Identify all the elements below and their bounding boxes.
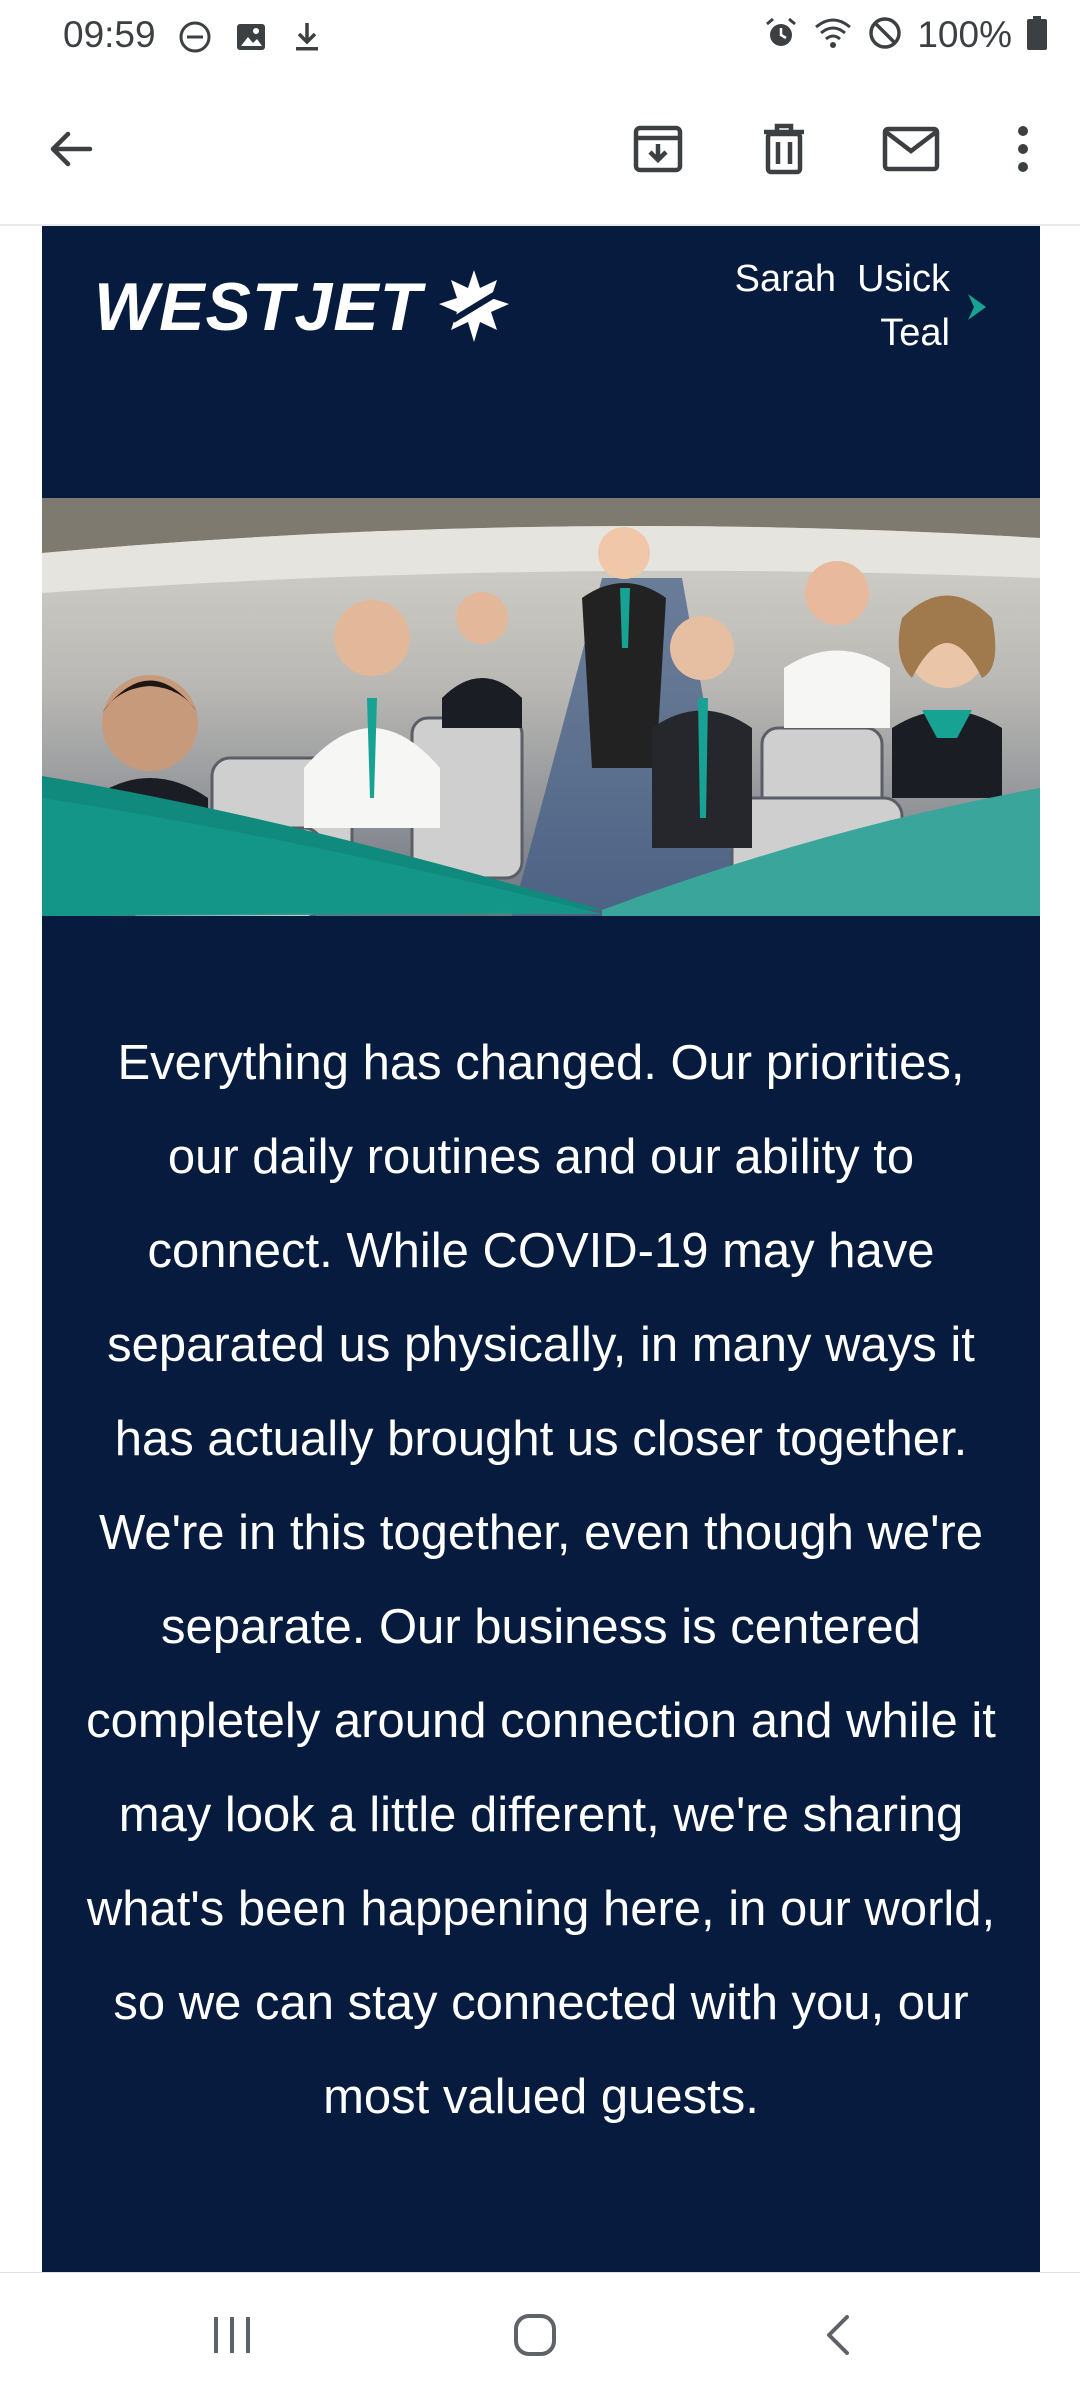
email-message-text: Everything has changed. Our priorities, … xyxy=(86,1036,996,2124)
alarm-icon xyxy=(763,15,799,56)
recipient-name: Sarah Usick xyxy=(734,258,950,300)
home-icon xyxy=(512,2312,558,2363)
image-icon xyxy=(234,20,268,59)
delete-icon xyxy=(759,122,809,181)
status-time: 09:59 xyxy=(63,14,156,55)
do-not-disturb-icon xyxy=(178,20,212,59)
delete-button[interactable] xyxy=(749,116,819,186)
recent-apps-icon xyxy=(210,2315,254,2360)
recipient-tier: Teal xyxy=(880,312,950,354)
nav-back-button[interactable] xyxy=(793,2307,883,2367)
battery-percent: 100% xyxy=(917,14,1012,55)
wifi-icon xyxy=(813,15,853,56)
email-toolbar xyxy=(0,78,1080,226)
more-options-icon xyxy=(1016,124,1030,179)
status-bar: 09:59 100% xyxy=(0,0,1080,78)
archive-icon xyxy=(632,123,684,180)
mark-unread-button[interactable] xyxy=(876,116,946,186)
mark-unread-icon xyxy=(882,126,940,177)
recipient-info[interactable]: Sarah Usick Teal xyxy=(735,252,950,360)
system-nav-bar xyxy=(0,2272,1080,2401)
hero-crew-image[interactable] xyxy=(42,498,1040,916)
back-button[interactable] xyxy=(36,116,106,186)
westjet-logo[interactable]: WESTJET xyxy=(94,260,524,365)
download-icon xyxy=(290,20,324,59)
back-arrow-icon xyxy=(46,124,96,179)
home-button[interactable] xyxy=(490,2307,580,2367)
recent-apps-button[interactable] xyxy=(187,2307,277,2367)
battery-icon xyxy=(1026,15,1048,56)
blocked-icon xyxy=(867,15,903,56)
back-icon xyxy=(823,2313,853,2362)
status-right: 100% xyxy=(763,14,1048,56)
archive-button[interactable] xyxy=(623,116,693,186)
email-body-frame: WESTJET Sarah Usick Teal Everything has … xyxy=(42,226,1040,2272)
brand-wordmark: WESTJET xyxy=(94,269,427,345)
more-options-button[interactable] xyxy=(988,116,1058,186)
status-left-icons xyxy=(178,20,324,59)
chevron-right-icon xyxy=(966,292,988,327)
